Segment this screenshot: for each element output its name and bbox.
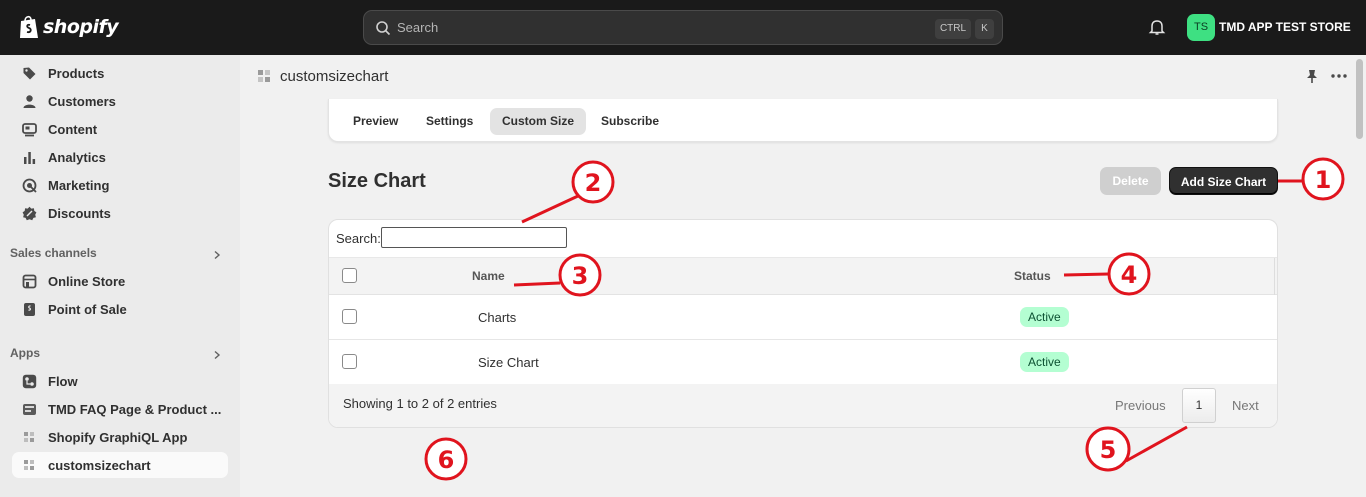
global-search[interactable]: Search CTRL K <box>363 10 1003 45</box>
chevron-right-icon[interactable] <box>212 250 222 260</box>
chevron-right-icon[interactable] <box>212 350 222 360</box>
column-divider <box>1274 258 1275 295</box>
row-name: Charts <box>478 310 517 325</box>
pos-icon <box>24 303 35 316</box>
pagination-next[interactable]: Next <box>1232 398 1259 413</box>
tag-icon <box>23 67 36 80</box>
shortcut-ctrl-key: CTRL <box>935 19 971 39</box>
status-badge: Active <box>1020 307 1069 327</box>
sidebar-item-products[interactable]: Products <box>12 60 228 86</box>
shopify-bag-icon <box>20 15 38 38</box>
store-avatar[interactable]: TS <box>1187 14 1215 41</box>
annotation-number: 1 <box>1315 166 1332 194</box>
sidebar-item-graphiql[interactable]: Shopify GraphiQL App <box>12 424 228 450</box>
status-badge: Active <box>1020 352 1069 372</box>
sidebar-item-customers[interactable]: Customers <box>12 88 228 114</box>
logo-text: shopify <box>43 16 119 38</box>
app-header: customsizechart <box>240 55 1366 99</box>
sidebar-item-label: Content <box>48 122 98 137</box>
row-checkbox[interactable] <box>342 309 357 324</box>
sidebar-item-label: Marketing <box>48 178 110 193</box>
select-all-checkbox[interactable] <box>342 268 357 283</box>
annotation-5: 5 <box>1085 425 1188 472</box>
tab-subscribe[interactable]: Subscribe <box>589 108 671 135</box>
app-title: customsizechart <box>280 68 389 85</box>
row-name: Size Chart <box>478 355 539 370</box>
bar-chart-icon <box>24 152 36 164</box>
add-size-chart-button[interactable]: Add Size Chart <box>1169 167 1278 195</box>
shortcut-k-key: K <box>975 19 994 39</box>
table-row[interactable]: Charts Active <box>329 295 1277 340</box>
content-icon <box>22 123 37 137</box>
sales-channels-heading[interactable]: Sales channels <box>10 246 97 260</box>
delete-button[interactable]: Delete <box>1100 167 1161 195</box>
app-icon <box>24 432 34 442</box>
sidebar-item-tmd-faq[interactable]: TMD FAQ Page & Product ... <box>12 396 228 422</box>
person-icon <box>23 95 36 108</box>
sidebar-item-label: Point of Sale <box>48 302 127 317</box>
sidebar-item-label: Customers <box>48 94 116 109</box>
sidebar-item-content[interactable]: Content <box>12 116 228 142</box>
top-bar: shopify Search CTRL K TS TMD APP TEST ST… <box>0 0 1366 55</box>
sidebar-item-label: Online Store <box>48 274 126 289</box>
tab-custom-size[interactable]: Custom Size <box>490 108 587 135</box>
search-icon <box>376 21 391 36</box>
page-title: Size Chart <box>328 170 426 192</box>
search-placeholder: Search <box>397 20 439 35</box>
table-header: Name Status <box>329 257 1277 295</box>
annotation-number: 2 <box>585 169 602 197</box>
tab-bar: Preview Settings Custom Size Subscribe <box>328 99 1278 142</box>
table-search-label: Search: <box>336 231 381 246</box>
sidebar-item-discounts[interactable]: Discounts <box>12 200 228 226</box>
sidebar-item-label: Discounts <box>48 206 111 221</box>
sidebar-item-label: Flow <box>48 374 78 389</box>
sidebar-item-label: Shopify GraphiQL App <box>48 430 188 445</box>
pagination-page-1[interactable]: 1 <box>1182 388 1216 423</box>
annotation-2: 2 <box>521 160 615 224</box>
discount-icon <box>22 206 37 221</box>
table-search-input[interactable] <box>381 227 567 248</box>
bell-icon[interactable] <box>1148 18 1166 36</box>
scroll-thumb[interactable] <box>1356 59 1363 139</box>
app-icon <box>23 404 36 415</box>
sidebar-item-label: TMD FAQ Page & Product ... <box>48 402 222 417</box>
row-checkbox[interactable] <box>342 354 357 369</box>
sidebar-item-label: customsizechart <box>48 458 151 473</box>
store-icon <box>22 274 37 289</box>
annotation-number: 5 <box>1100 436 1117 464</box>
sidebar-item-marketing[interactable]: Marketing <box>12 172 228 198</box>
sidebar-item-customsizechart[interactable]: customsizechart <box>12 452 228 478</box>
tab-preview[interactable]: Preview <box>341 108 410 135</box>
apps-heading[interactable]: Apps <box>10 346 40 360</box>
entries-info: Showing 1 to 2 of 2 entries <box>343 396 497 411</box>
more-actions-icon[interactable] <box>1330 68 1348 84</box>
app-icon <box>24 460 34 470</box>
annotation-6: 6 <box>424 437 468 481</box>
sidebar-item-online-store[interactable]: Online Store <box>12 268 228 294</box>
sidebar-item-label: Products <box>48 66 105 81</box>
sidebar-item-flow[interactable]: Flow <box>12 368 228 394</box>
annotation-number: 6 <box>438 446 455 474</box>
size-chart-table-card: Search: Name Status Charts Active Size C… <box>328 219 1278 428</box>
flow-icon <box>22 374 37 389</box>
pagination-previous[interactable]: Previous <box>1115 398 1166 413</box>
pin-icon[interactable] <box>1304 68 1320 84</box>
sidebar-item-analytics[interactable]: Analytics <box>12 144 228 170</box>
table-row[interactable]: Size Chart Active <box>329 340 1277 385</box>
annotation-1: 1 <box>1278 157 1345 201</box>
column-header-name[interactable]: Name <box>472 269 505 283</box>
target-icon <box>22 178 37 193</box>
sidebar-item-label: Analytics <box>48 150 106 165</box>
store-name[interactable]: TMD APP TEST STORE <box>1219 20 1351 34</box>
column-header-status[interactable]: Status <box>1014 269 1051 283</box>
app-icon <box>258 70 270 82</box>
sidebar: Products Customers Content Analytics Mar… <box>0 55 240 497</box>
table-footer: Showing 1 to 2 of 2 entries Previous 1 N… <box>329 384 1277 427</box>
sidebar-item-point-of-sale[interactable]: Point of Sale <box>12 296 228 322</box>
shopify-logo[interactable]: shopify <box>18 14 119 40</box>
page-scrollbar[interactable] <box>1353 55 1366 497</box>
tab-settings[interactable]: Settings <box>414 108 485 135</box>
